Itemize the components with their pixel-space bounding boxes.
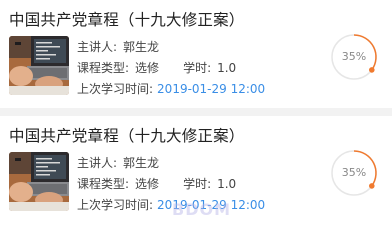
hours-value: 1.0 <box>217 61 237 75</box>
course-list-page: 中国共产党章程（十九大修正案） 主讲人: 郭生龙 课程类型: 选修 学时: 1.… <box>0 0 392 234</box>
course-card[interactable]: 中国共产党章程（十九大修正案） 主讲人: 郭生龙 课程类型: 选修 学时: 1.… <box>0 0 392 108</box>
type-row: 课程类型: 选修 学时: 1.0 <box>77 59 236 76</box>
course-type-value: 选修 <box>135 61 160 75</box>
lecturer-value: 郭生龙 <box>123 40 160 54</box>
lecturer-row: 主讲人: 郭生龙 <box>77 154 159 171</box>
lecturer-row: 主讲人: 郭生龙 <box>77 38 159 55</box>
course-thumbnail <box>9 152 69 211</box>
course-title: 中国共产党章程（十九大修正案） <box>9 127 245 145</box>
watermark-logo: BDOM <box>172 200 231 219</box>
course-type-label: 课程类型: <box>77 177 130 191</box>
hours-label: 学时: <box>183 61 212 75</box>
type-row: 课程类型: 选修 学时: 1.0 <box>77 175 236 192</box>
hours-label: 学时: <box>183 177 212 191</box>
course-type-label: 课程类型: <box>77 61 130 75</box>
course-thumbnail <box>9 36 69 95</box>
progress-percent: 35% <box>341 50 367 63</box>
progress-ring: 35% <box>330 33 378 81</box>
last-study-label: 上次学习时间: <box>77 198 154 212</box>
last-study-label: 上次学习时间: <box>77 82 154 96</box>
course-title: 中国共产党章程（十九大修正案） <box>9 11 245 29</box>
last-study-row: 上次学习时间: 2019-01-29 12:00 <box>77 80 265 97</box>
last-study-time: 2019-01-29 12:00 <box>157 82 266 96</box>
lecturer-value: 郭生龙 <box>123 156 160 170</box>
progress-ring: 35% <box>330 149 378 197</box>
lecturer-label: 主讲人: <box>77 40 118 54</box>
hours-value: 1.0 <box>217 177 237 191</box>
progress-percent: 35% <box>341 166 367 179</box>
course-type-value: 选修 <box>135 177 160 191</box>
lecturer-label: 主讲人: <box>77 156 118 170</box>
card-divider <box>0 108 392 116</box>
